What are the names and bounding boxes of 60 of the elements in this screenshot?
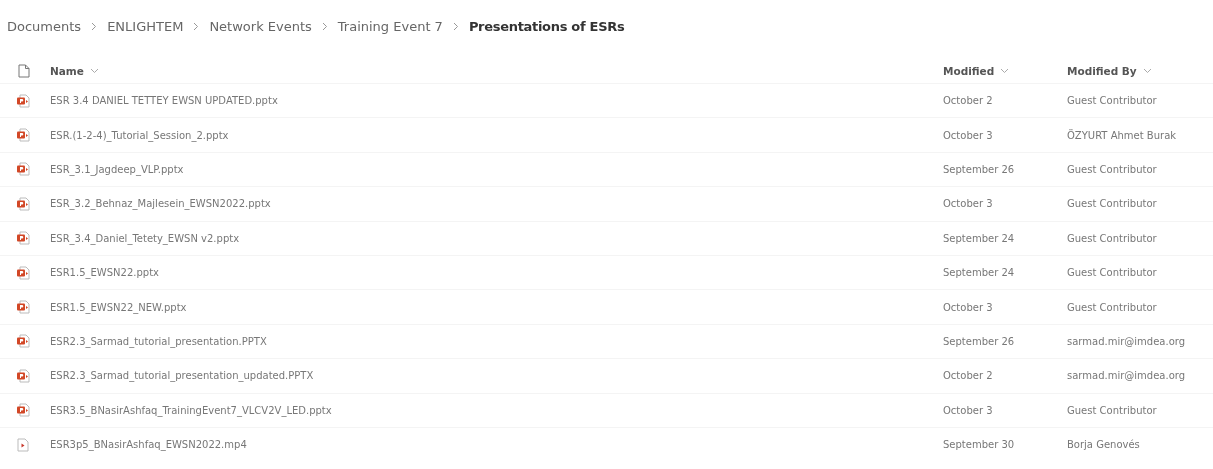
modified-by-name: Guest Contributor: [1067, 95, 1157, 107]
file-name[interactable]: ESR.(1-2-4)_Tutorial_Session_2.pptx: [50, 129, 229, 141]
modified-date: October 2: [943, 370, 993, 382]
chevron-icon: [193, 21, 200, 31]
column-header[interactable]: Modified: [943, 64, 995, 77]
presentation-file-icon: [16, 300, 30, 315]
file-name[interactable]: ESR2.3_Sarmad_tutorial_presentation_updated.PPTX: [50, 370, 314, 382]
presentation-file-icon: [16, 196, 30, 211]
modified-by-name: sarmad.mir@imdea.org: [1067, 370, 1186, 382]
modified-by-name: sarmad.mir@imdea.org: [1067, 335, 1186, 347]
presentation-file-icon: [16, 403, 30, 418]
modified-date: October 2: [943, 95, 993, 107]
file-name[interactable]: ESR3.5_BNasirAshfaq_TrainingEvent7_VLCV2V_LED.pptx: [50, 404, 332, 416]
column-header[interactable]: Name: [50, 64, 84, 77]
document-icon: [18, 63, 30, 78]
file-name[interactable]: ESR1.5_EWSN22_NEW.pptx: [50, 301, 187, 313]
video-file-icon: [16, 437, 30, 452]
file-name[interactable]: ESR1.5_EWSN22.pptx: [50, 267, 159, 279]
chevron-icon: [321, 21, 328, 31]
presentation-file-icon: [16, 93, 30, 108]
modified-date: September 24: [943, 232, 1015, 244]
file-name[interactable]: ESR 3.4 DANIEL TETTEY EWSN UPDATED.pptx: [50, 95, 278, 107]
modified-by-name: Guest Contributor: [1067, 267, 1157, 279]
presentation-file-icon: [16, 368, 30, 383]
modified-by-name: ÖZYURT Ahmet Burak: [1067, 129, 1177, 141]
modified-date: September 26: [943, 335, 1015, 347]
modified-date: October 3: [943, 404, 993, 416]
breadcrumb-link[interactable]: Training Event 7: [337, 18, 443, 34]
chevron-icon: [91, 21, 98, 31]
file-name[interactable]: ESR_3.4_Daniel_Tetety_EWSN v2.pptx: [50, 232, 240, 244]
presentation-file-icon: [16, 162, 30, 177]
sort-caret-icon[interactable]: [89, 67, 99, 74]
presentation-file-icon: [16, 231, 30, 246]
modified-by-name: Guest Contributor: [1067, 198, 1157, 210]
modified-by-name: Guest Contributor: [1067, 404, 1157, 416]
modified-date: October 3: [943, 301, 993, 313]
column-header[interactable]: Modified By: [1067, 64, 1137, 77]
modified-date: September 30: [943, 439, 1015, 451]
modified-by-name: Guest Contributor: [1067, 163, 1157, 175]
modified-date: September 26: [943, 163, 1015, 175]
breadcrumb-link[interactable]: Presentations of ESRs: [468, 18, 625, 34]
modified-by-name: Borja Genovés: [1067, 439, 1140, 451]
file-name[interactable]: ESR_3.2_Behnaz_Majlesein_EWSN2022.pptx: [50, 198, 271, 210]
presentation-file-icon: [16, 334, 30, 349]
breadcrumb-link[interactable]: ENLIGHTEM: [107, 18, 184, 34]
modified-date: October 3: [943, 129, 993, 141]
presentation-file-icon: [16, 265, 30, 280]
file-name[interactable]: ESR2.3_Sarmad_tutorial_presentation.PPTX: [50, 335, 267, 347]
presentation-file-icon: [16, 128, 30, 143]
chevron-icon: [452, 21, 459, 31]
file-name[interactable]: ESR_3.1_Jagdeep_VLP.pptx: [50, 163, 184, 175]
file-name[interactable]: ESR3p5_BNasirAshfaq_EWSN2022.mp4: [50, 439, 247, 451]
modified-date: September 24: [943, 267, 1015, 279]
breadcrumb-link[interactable]: Network Events: [209, 18, 312, 34]
modified-by-name: Guest Contributor: [1067, 301, 1157, 313]
sort-caret-icon[interactable]: [1142, 67, 1152, 74]
modified-date: October 3: [943, 198, 993, 210]
breadcrumb-link[interactable]: Documents: [7, 18, 82, 34]
sort-caret-icon[interactable]: [1000, 67, 1010, 74]
modified-by-name: Guest Contributor: [1067, 232, 1157, 244]
